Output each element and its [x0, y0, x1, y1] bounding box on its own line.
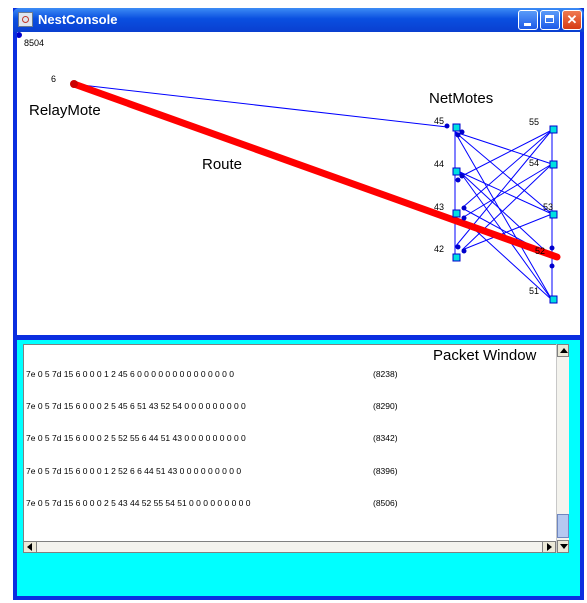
origin-node [17, 32, 22, 38]
mote-label-51: 51 [529, 286, 539, 296]
horizontal-scrollbar[interactable] [23, 541, 556, 553]
packet-row-id: (8396) [373, 466, 398, 476]
app-icon [18, 12, 33, 27]
mote-label-43: 43 [434, 202, 444, 212]
packet-row-id: (8290) [373, 401, 398, 411]
mote-label-52: 52 [535, 246, 545, 256]
packet-pane: Packet Window 7e 0 5 7d 15 6 0 0 0 1 2 4… [17, 340, 580, 596]
relay-mote-label: RelayMote [29, 102, 101, 119]
route-label: Route [202, 156, 242, 173]
mote-label-55: 55 [529, 117, 539, 127]
relay-id-label: 6 [51, 74, 56, 84]
mote-53[interactable] [549, 210, 558, 219]
packet-row-data: 7e 0 5 7d 15 6 0 0 0 2 5 43 44 52 55 54 … [26, 498, 251, 508]
packet-row-data: 7e 0 5 7d 15 6 0 0 0 2 5 45 6 51 43 52 5… [26, 401, 246, 411]
packet-row-id: (8342) [373, 433, 398, 443]
netmotes-label: NetMotes [429, 90, 493, 107]
window-title: NestConsole [38, 12, 118, 27]
packet-row-data: 7e 0 5 7d 15 6 0 0 0 2 5 52 55 6 44 51 4… [26, 433, 246, 443]
mote-label-54: 54 [529, 158, 539, 168]
scroll-right-button[interactable] [542, 542, 555, 552]
relay-node[interactable] [70, 80, 78, 88]
scroll-left-button[interactable] [24, 542, 37, 552]
mote-label-45: 45 [434, 116, 444, 126]
mote-label-44: 44 [434, 159, 444, 169]
mote-label-53: 53 [543, 202, 553, 212]
scroll-down-button[interactable] [557, 540, 569, 553]
close-button[interactable]: ✕ [562, 10, 582, 30]
maximize-button[interactable] [540, 10, 560, 30]
corner-label: 8504 [24, 38, 44, 48]
network-view[interactable]: 8504 6 RelayMote Route NetMotes 45 44 43… [17, 32, 580, 335]
vertical-scrollbar[interactable] [556, 344, 569, 553]
scroll-up-button[interactable] [557, 344, 569, 357]
vertical-scroll-thumb[interactable] [557, 514, 569, 538]
mote-55[interactable] [549, 125, 558, 134]
minimize-button[interactable] [518, 10, 538, 30]
mote-54[interactable] [549, 160, 558, 169]
packet-row-data: 7e 0 5 7d 15 6 0 0 0 1 2 52 6 6 44 51 43… [26, 466, 242, 476]
mote-51[interactable] [549, 295, 558, 304]
nestconsole-window: NestConsole ✕ 8504 6 RelayMote Route Net… [13, 8, 584, 600]
packet-row-data: 7e 0 5 7d 15 6 0 0 0 1 2 45 6 0 0 0 0 0 … [26, 369, 234, 379]
mote-label-42: 42 [434, 244, 444, 254]
mote-43[interactable] [452, 209, 461, 218]
packet-row-id: (8238) [373, 369, 398, 379]
mote-42[interactable] [452, 253, 461, 262]
mote-45[interactable] [452, 123, 461, 132]
title-bar[interactable]: NestConsole ✕ [13, 8, 584, 32]
packet-window-label: Packet Window [433, 347, 537, 364]
mote-links [454, 127, 553, 301]
packet-row-id: (8506) [373, 498, 398, 508]
packet-list[interactable]: Packet Window 7e 0 5 7d 15 6 0 0 0 1 2 4… [23, 344, 556, 541]
route-line [70, 80, 561, 261]
network-graph: 8504 6 RelayMote Route NetMotes 45 44 43… [17, 32, 561, 304]
mote-44[interactable] [452, 167, 461, 176]
